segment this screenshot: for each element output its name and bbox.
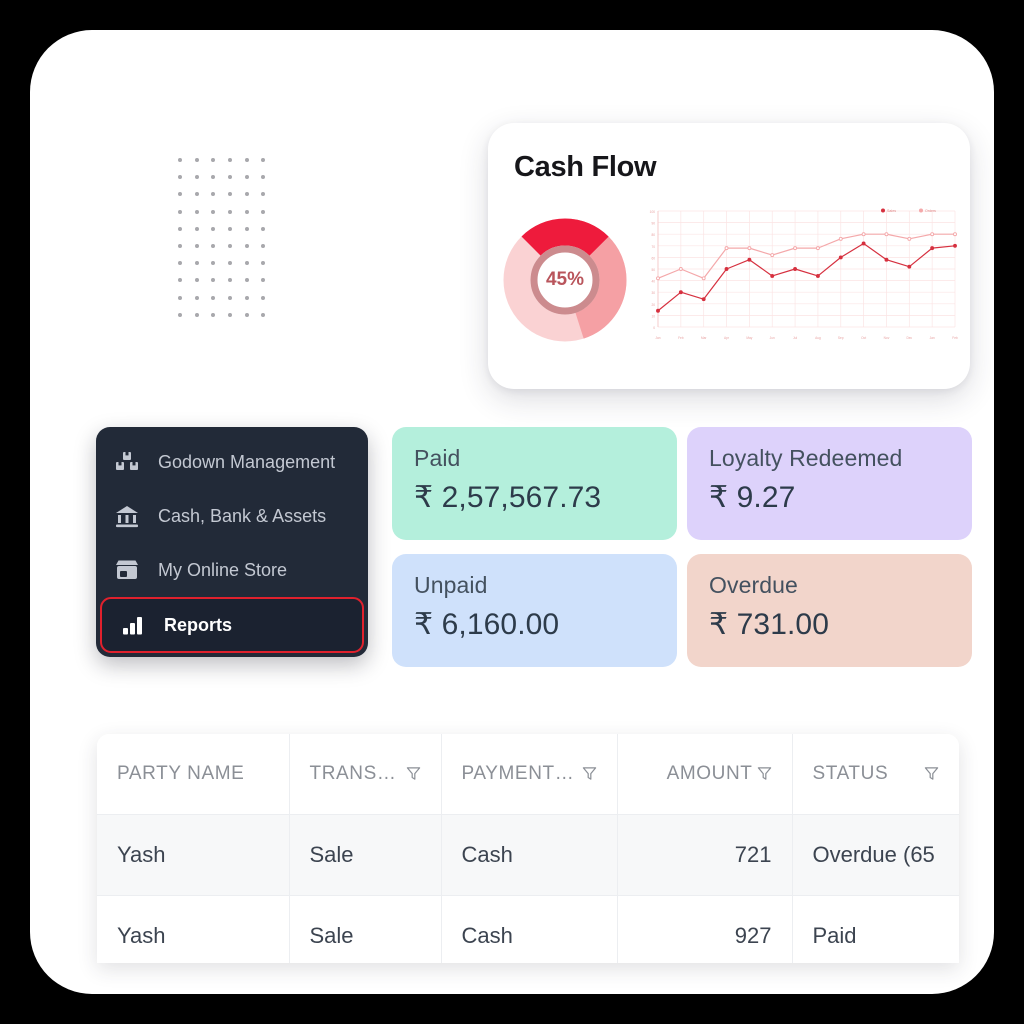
svg-text:Dec: Dec <box>906 336 912 340</box>
svg-text:Oct: Oct <box>861 336 866 340</box>
svg-text:80: 80 <box>651 233 655 237</box>
svg-text:0: 0 <box>653 326 655 330</box>
sidebar-item-reports[interactable]: Reports <box>100 597 364 653</box>
cell-amount: 721 <box>617 814 793 896</box>
svg-text:50: 50 <box>651 268 655 272</box>
stat-card-loyalty-redeemed[interactable]: Loyalty Redeemed ₹ 9.27 <box>687 427 972 540</box>
svg-text:Jun: Jun <box>770 336 775 340</box>
svg-text:100: 100 <box>650 210 656 214</box>
svg-text:Orders: Orders <box>925 209 936 213</box>
svg-text:Apr: Apr <box>724 336 730 340</box>
svg-text:90: 90 <box>651 222 655 226</box>
cell-transaction-type: Sale <box>289 814 442 896</box>
cash-flow-card: Cash Flow 45% 0 10 20 30 40 50 60 70 80 90 100 Jan F… <box>488 123 970 389</box>
stat-card-value: ₹ 731.00 <box>709 608 829 641</box>
svg-text:Feb: Feb <box>952 336 958 340</box>
filter-icon[interactable] <box>582 766 597 781</box>
svg-text:May: May <box>746 336 752 340</box>
svg-text:Jul: Jul <box>793 336 797 340</box>
filter-icon[interactable] <box>757 766 772 781</box>
sidebar-menu: Godown Management Cash, Bank & Assets My… <box>96 427 368 657</box>
column-header-transaction-type[interactable]: TRANS… <box>289 734 442 815</box>
bank-icon <box>110 503 144 529</box>
donut-center-percentage: 45% <box>545 269 585 290</box>
stat-card-label: Unpaid <box>414 572 488 598</box>
svg-text:70: 70 <box>651 245 655 249</box>
app-frame: Cash Flow 45% 0 10 20 30 40 50 60 70 80 90 100 Jan F… <box>30 30 994 994</box>
sidebar-item-label: Reports <box>164 614 233 635</box>
svg-text:Sales: Sales <box>887 209 896 213</box>
svg-text:Feb: Feb <box>678 336 684 340</box>
line-chart-svg: 0 10 20 30 40 50 60 70 80 90 100 Jan Feb Mar Apr May Jun… <box>650 208 958 340</box>
dot-grid-decoration <box>178 158 278 330</box>
stat-card-paid[interactable]: Paid ₹ 2,57,567.73 <box>392 427 677 540</box>
stat-card-value: ₹ 9.27 <box>709 481 796 514</box>
cash-flow-donut-chart: 45% <box>500 215 630 345</box>
table-row[interactable]: Yash Sale Cash 721 Overdue (65 <box>97 814 959 896</box>
cell-payment-type: Cash <box>441 814 618 896</box>
transactions-table: PARTY NAME TRANS… PAYMENT… AMOUNT STATUS… <box>97 734 959 963</box>
stat-card-label: Paid <box>414 445 461 471</box>
cash-flow-line-chart: 0 10 20 30 40 50 60 70 80 90 100 Jan Feb Mar Apr May Jun… <box>636 205 961 345</box>
bar-chart-icon <box>116 612 150 638</box>
stat-card-overdue[interactable]: Overdue ₹ 731.00 <box>687 554 972 667</box>
column-label: AMOUNT <box>666 762 753 784</box>
stat-card-unpaid[interactable]: Unpaid ₹ 6,160.00 <box>392 554 677 667</box>
svg-text:10: 10 <box>651 314 655 318</box>
svg-text:Jan: Jan <box>930 336 935 340</box>
cell-party-name: Yash <box>97 895 290 963</box>
cell-transaction-type: Sale <box>289 895 442 963</box>
svg-text:Nov: Nov <box>884 336 890 340</box>
cell-amount: 927 <box>617 895 793 963</box>
svg-text:20: 20 <box>651 303 655 307</box>
filter-icon[interactable] <box>924 766 939 781</box>
svg-text:Jan: Jan <box>655 336 660 340</box>
cell-status: Paid <box>792 895 959 963</box>
column-label: PARTY NAME <box>117 762 245 784</box>
cell-payment-type: Cash <box>441 895 618 963</box>
stat-card-label: Loyalty Redeemed <box>709 445 903 471</box>
column-label: PAYMENT… <box>461 762 575 784</box>
sidebar-item-my-online-store[interactable]: My Online Store <box>96 543 368 597</box>
storefront-icon <box>110 557 144 583</box>
column-label: STATUS <box>812 762 889 784</box>
column-header-status[interactable]: STATUS <box>792 734 959 815</box>
svg-text:Sep: Sep <box>838 336 844 340</box>
cell-status: Overdue (65 <box>792 814 959 896</box>
boxes-icon <box>110 449 144 475</box>
svg-text:Aug: Aug <box>815 336 821 340</box>
sidebar-item-cash-bank-assets[interactable]: Cash, Bank & Assets <box>96 489 368 543</box>
sidebar-item-label: My Online Store <box>158 559 288 580</box>
sidebar-item-label: Cash, Bank & Assets <box>158 505 327 526</box>
stat-card-value: ₹ 6,160.00 <box>414 608 560 641</box>
filter-icon[interactable] <box>406 766 421 781</box>
column-label: TRANS… <box>309 762 397 784</box>
column-header-payment-type[interactable]: PAYMENT… <box>441 734 618 815</box>
column-header-amount[interactable]: AMOUNT <box>617 734 793 815</box>
table-row[interactable]: Yash Sale Cash 927 Paid <box>97 895 959 963</box>
svg-text:60: 60 <box>651 256 655 260</box>
svg-text:40: 40 <box>651 280 655 284</box>
sidebar-item-godown-management[interactable]: Godown Management <box>96 435 368 489</box>
table-header-row: PARTY NAME TRANS… PAYMENT… AMOUNT STATUS <box>97 734 959 815</box>
cash-flow-title: Cash Flow <box>514 151 657 183</box>
column-header-party-name[interactable]: PARTY NAME <box>97 734 290 815</box>
cell-party-name: Yash <box>97 814 290 896</box>
svg-text:30: 30 <box>651 291 655 295</box>
stat-card-label: Overdue <box>709 572 798 598</box>
stat-card-value: ₹ 2,57,567.73 <box>414 481 602 514</box>
sidebar-item-label: Godown Management <box>158 451 336 472</box>
svg-text:Mar: Mar <box>701 336 707 340</box>
